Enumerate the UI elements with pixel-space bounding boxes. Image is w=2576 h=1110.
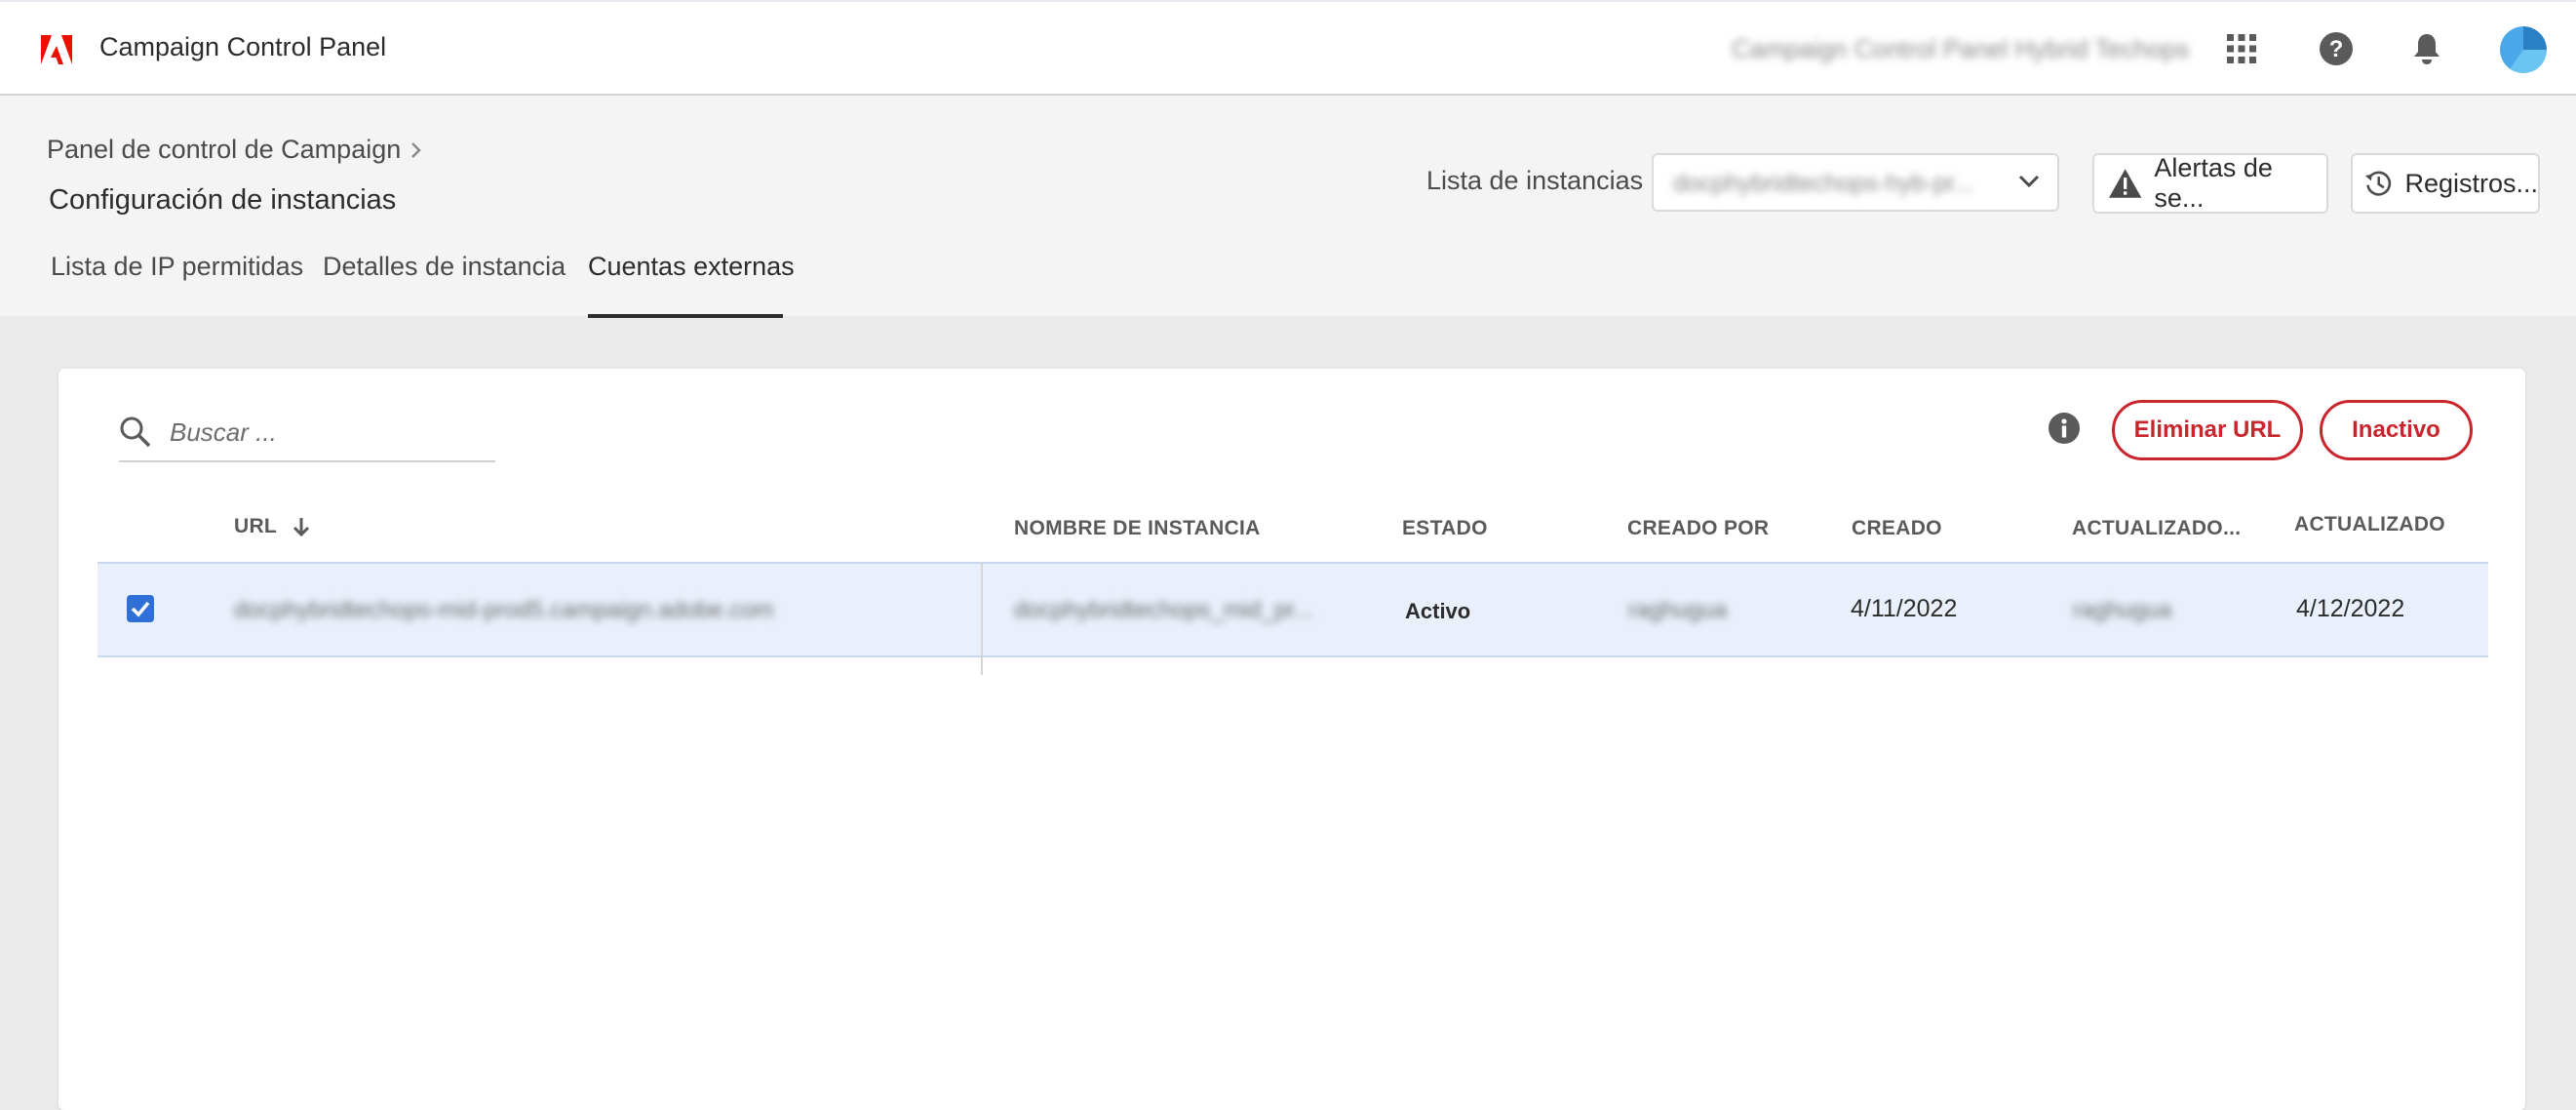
instance-select-value: docphybridtechops-hyb-pr... [1673, 170, 1974, 197]
instance-select[interactable]: docphybridtechops-hyb-pr... [1652, 153, 2059, 212]
logs-button[interactable]: Registros... [2351, 153, 2540, 214]
org-switcher[interactable]: Campaign Control Panel Hybrid Techops [1732, 34, 2189, 64]
column-header-updated[interactable]: ACTUALIZADO [2294, 513, 2445, 536]
tab-instance-details[interactable]: Detalles de instancia [323, 252, 566, 282]
cell-instance-name: docphybridtechops_mid_pr... [1014, 597, 1313, 623]
adobe-logo-icon[interactable] [41, 35, 72, 64]
security-alerts-button[interactable]: Alertas de se... [2092, 153, 2328, 214]
column-header-url[interactable]: URL [234, 515, 310, 538]
apps-grid-icon[interactable] [2220, 27, 2263, 70]
breadcrumb[interactable]: Panel de control de Campaign [47, 135, 422, 165]
info-icon[interactable] [2048, 412, 2081, 445]
top-bar: Campaign Control Panel Campaign Control … [0, 0, 2576, 96]
cell-updated: 4/12/2022 [2296, 595, 2405, 622]
active-tab-indicator [588, 314, 783, 318]
table-row[interactable]: docphybridtechops-mid-prod5.campaign.ado… [98, 562, 2488, 657]
svg-text:?: ? [2329, 36, 2344, 62]
cell-status: Activo [1405, 599, 1471, 623]
cell-created: 4/11/2022 [1851, 595, 1958, 622]
avatar[interactable] [2500, 26, 2547, 73]
chevron-down-icon [2018, 175, 2040, 188]
search-field[interactable] [119, 410, 495, 462]
chevron-right-icon [411, 141, 422, 158]
page-header: Panel de control de Campaign Configuraci… [0, 96, 2576, 318]
external-accounts-card: Eliminar URL Inactivo URL NOMBRE DE INST… [59, 369, 2525, 1110]
column-header-status[interactable]: ESTADO [1402, 517, 1488, 540]
cell-created-by: raghugua [1628, 597, 1728, 623]
column-header-created-by[interactable]: CREADO POR [1627, 517, 1769, 540]
search-input[interactable] [168, 414, 484, 451]
tab-ip-allowlist[interactable]: Lista de IP permitidas [51, 252, 303, 282]
column-header-created[interactable]: CREADO [1852, 517, 1942, 540]
checkmark-icon [131, 601, 150, 617]
row-checkbox[interactable] [127, 595, 154, 622]
breadcrumb-link[interactable]: Panel de control de Campaign [47, 135, 401, 165]
help-icon[interactable]: ? [2315, 27, 2358, 70]
bell-icon[interactable] [2405, 27, 2448, 70]
delete-url-button[interactable]: Eliminar URL [2112, 400, 2303, 460]
instance-list-label: Lista de instancias [1426, 166, 1644, 195]
app-title[interactable]: Campaign Control Panel [99, 32, 386, 62]
search-icon [120, 416, 151, 448]
logs-label: Registros... [2404, 168, 2538, 198]
sort-descending-icon[interactable] [293, 516, 310, 537]
column-resize-divider[interactable] [981, 562, 983, 675]
history-icon [2364, 171, 2392, 196]
cell-url: docphybridtechops-mid-prod5.campaign.ado… [234, 597, 774, 623]
column-header-updated-by[interactable]: ACTUALIZADO... [2072, 517, 2241, 540]
column-header-instance-name[interactable]: NOMBRE DE INSTANCIA [1014, 517, 1261, 540]
security-alerts-label: Alertas de se... [2154, 153, 2273, 213]
cell-updated-by: raghugua [2073, 597, 2172, 623]
inactive-button[interactable]: Inactivo [2320, 400, 2473, 460]
alert-icon [2108, 169, 2142, 198]
page-title: Configuración de instancias [49, 184, 397, 216]
tab-external-accounts[interactable]: Cuentas externas [588, 252, 795, 282]
